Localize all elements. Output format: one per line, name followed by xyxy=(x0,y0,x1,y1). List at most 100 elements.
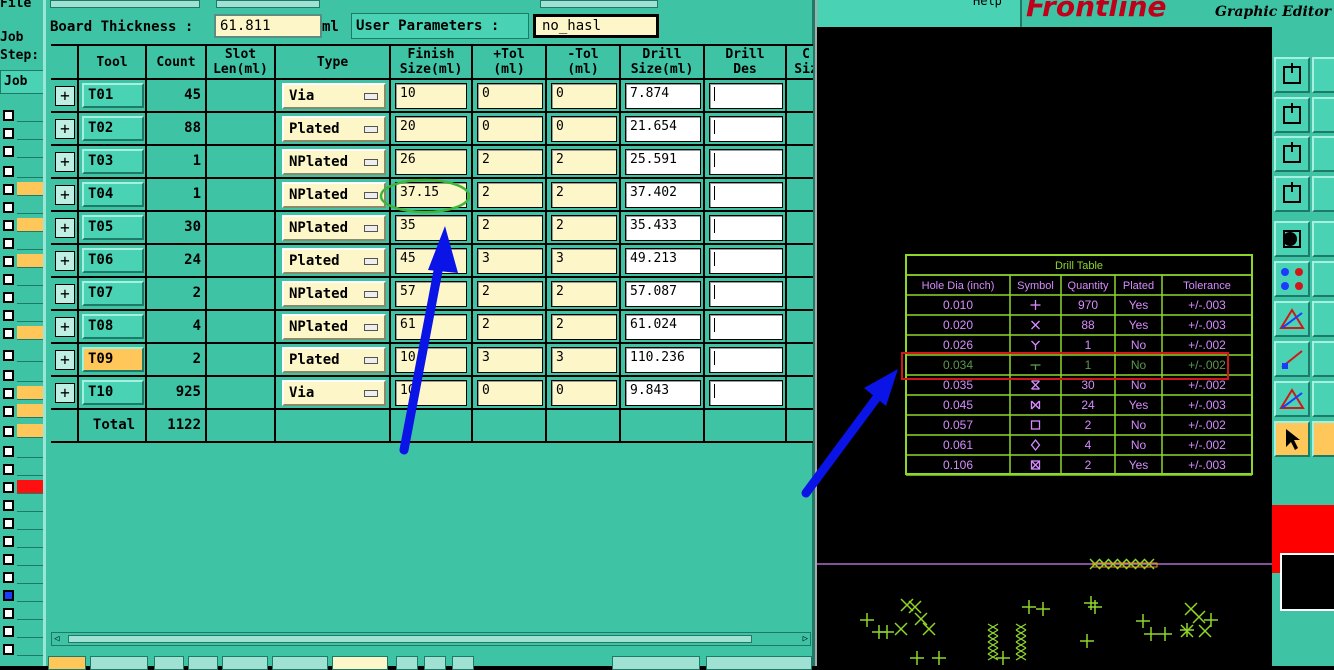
layer-name[interactable] xyxy=(17,368,46,382)
tool-button[interactable]: T02 xyxy=(82,116,144,141)
type-select[interactable]: NPlated xyxy=(282,149,386,175)
plus-expand-icon[interactable]: + xyxy=(55,185,75,205)
bottom-toolbar-button[interactable] xyxy=(222,656,268,670)
tool-button[interactable]: T07 xyxy=(82,281,144,306)
dropdown-arrow-icon[interactable] xyxy=(364,357,378,364)
ptol-input[interactable]: 3 xyxy=(477,347,543,373)
move-icon[interactable] xyxy=(1312,97,1334,133)
layer-name[interactable] xyxy=(17,144,46,158)
finish-input[interactable]: 10 xyxy=(395,380,467,406)
layer-name[interactable] xyxy=(17,606,46,620)
tool-button[interactable]: T06 xyxy=(82,248,144,273)
layer-name[interactable] xyxy=(17,348,46,362)
move-icon[interactable] xyxy=(1274,97,1310,133)
layer-name[interactable] xyxy=(17,236,46,250)
layer-name[interactable] xyxy=(17,480,46,494)
drill-size-input[interactable]: 21.654 xyxy=(625,116,701,142)
finish-input[interactable]: 10 xyxy=(395,83,467,109)
layer-name[interactable] xyxy=(17,290,46,304)
layer-checkbox[interactable] xyxy=(3,220,14,231)
drill-des-input[interactable] xyxy=(709,380,783,406)
mtol-input[interactable]: 3 xyxy=(551,248,617,274)
type-select[interactable]: NPlated xyxy=(282,182,386,208)
drill-size-input[interactable]: 61.024 xyxy=(625,314,701,340)
drill-des-input[interactable] xyxy=(709,116,783,142)
mtol-input[interactable]: 0 xyxy=(551,83,617,109)
mtol-input[interactable]: 2 xyxy=(551,281,617,307)
file-menu-fragment[interactable]: File xyxy=(0,0,31,11)
triangle-icon[interactable] xyxy=(1274,301,1310,337)
layer-checkbox[interactable] xyxy=(3,426,14,437)
bottom-toolbar-button[interactable] xyxy=(272,656,328,670)
dropdown-arrow-icon[interactable] xyxy=(364,93,378,100)
layer-checkbox[interactable] xyxy=(3,608,14,619)
type-select[interactable]: Via xyxy=(282,380,386,406)
plus-expand-icon[interactable]: + xyxy=(55,284,75,304)
line-icon[interactable] xyxy=(1274,261,1310,297)
finish-input[interactable]: 37.15 xyxy=(395,182,467,208)
plus-expand-icon[interactable]: + xyxy=(55,350,75,370)
type-select[interactable]: NPlated xyxy=(282,215,386,241)
drill-size-input[interactable]: 37.402 xyxy=(625,182,701,208)
dropdown-arrow-icon[interactable] xyxy=(364,390,378,397)
layer-checkbox[interactable] xyxy=(3,146,14,157)
dropdown-arrow-icon[interactable] xyxy=(364,159,378,166)
drill-size-input[interactable]: 9.843 xyxy=(625,380,701,406)
plus-expand-icon[interactable]: + xyxy=(55,119,75,139)
type-select[interactable]: Plated xyxy=(282,347,386,373)
layer-checkbox[interactable] xyxy=(3,482,14,493)
help-menu[interactable]: Help xyxy=(973,0,1002,8)
ptol-input[interactable]: 3 xyxy=(477,248,543,274)
layer-name[interactable] xyxy=(17,462,46,476)
drill-des-input[interactable] xyxy=(709,347,783,373)
layer-name[interactable] xyxy=(17,642,46,656)
layer-checkbox[interactable] xyxy=(3,518,14,529)
plus-expand-icon[interactable]: + xyxy=(55,383,75,403)
dropdown-arrow-icon[interactable] xyxy=(364,324,378,331)
drill-size-input[interactable]: 110.236 xyxy=(625,347,701,373)
user-parameters-field[interactable]: no_hasl xyxy=(533,14,659,38)
ptol-input[interactable]: 2 xyxy=(477,215,543,241)
layer-checkbox[interactable] xyxy=(3,292,14,303)
drill-size-input[interactable]: 49.213 xyxy=(625,248,701,274)
drill-des-input[interactable] xyxy=(709,215,783,241)
copy-icon[interactable] xyxy=(1312,57,1334,93)
zoom-fit-icon[interactable] xyxy=(1274,136,1310,172)
pointer-arrow-icon[interactable] xyxy=(1312,421,1334,457)
mtol-input[interactable]: 2 xyxy=(551,182,617,208)
finish-input[interactable]: 45 xyxy=(395,248,467,274)
layer-name[interactable] xyxy=(17,588,46,602)
plus-expand-icon[interactable]: + xyxy=(55,317,75,337)
bottom-toolbar-button[interactable] xyxy=(188,656,218,670)
bottom-toolbar-button[interactable] xyxy=(90,656,148,670)
triangle-icon[interactable] xyxy=(1274,381,1310,417)
bottom-toolbar-button[interactable] xyxy=(706,656,812,670)
line-icon[interactable] xyxy=(1312,261,1334,297)
drill-des-input[interactable] xyxy=(709,83,783,109)
finish-input[interactable]: 10 xyxy=(395,347,467,373)
layer-checkbox[interactable] xyxy=(3,388,14,399)
board-thickness-field[interactable]: 61.811 xyxy=(214,14,322,38)
scrollbar-thumb[interactable] xyxy=(68,635,752,643)
layer-checkbox[interactable] xyxy=(3,572,14,583)
layer-checkbox[interactable] xyxy=(3,626,14,637)
ptol-input[interactable]: 0 xyxy=(477,380,543,406)
tool-button[interactable]: T03 xyxy=(82,149,144,174)
type-select[interactable]: Plated xyxy=(282,116,386,142)
horizontal-scrollbar[interactable]: ◁ ▷ xyxy=(51,632,811,646)
bottom-toolbar-icon[interactable] xyxy=(424,656,446,670)
mtol-input[interactable]: 2 xyxy=(551,215,617,241)
layer-checkbox[interactable] xyxy=(3,500,14,511)
drill-size-input[interactable]: 25.591 xyxy=(625,149,701,175)
drill-des-input[interactable] xyxy=(709,281,783,307)
plus-expand-icon[interactable]: + xyxy=(55,152,75,172)
layer-name[interactable] xyxy=(17,182,46,196)
finish-input[interactable]: 61 xyxy=(395,314,467,340)
layer-checkbox[interactable] xyxy=(3,274,14,285)
triangle-icon[interactable] xyxy=(1312,381,1334,417)
help-menu-area[interactable]: Help xyxy=(817,0,1022,27)
tool-button[interactable]: T09 xyxy=(82,347,144,372)
ptol-input[interactable]: 2 xyxy=(477,149,543,175)
layer-checkbox[interactable] xyxy=(3,554,14,565)
dropdown-arrow-icon[interactable] xyxy=(364,225,378,232)
